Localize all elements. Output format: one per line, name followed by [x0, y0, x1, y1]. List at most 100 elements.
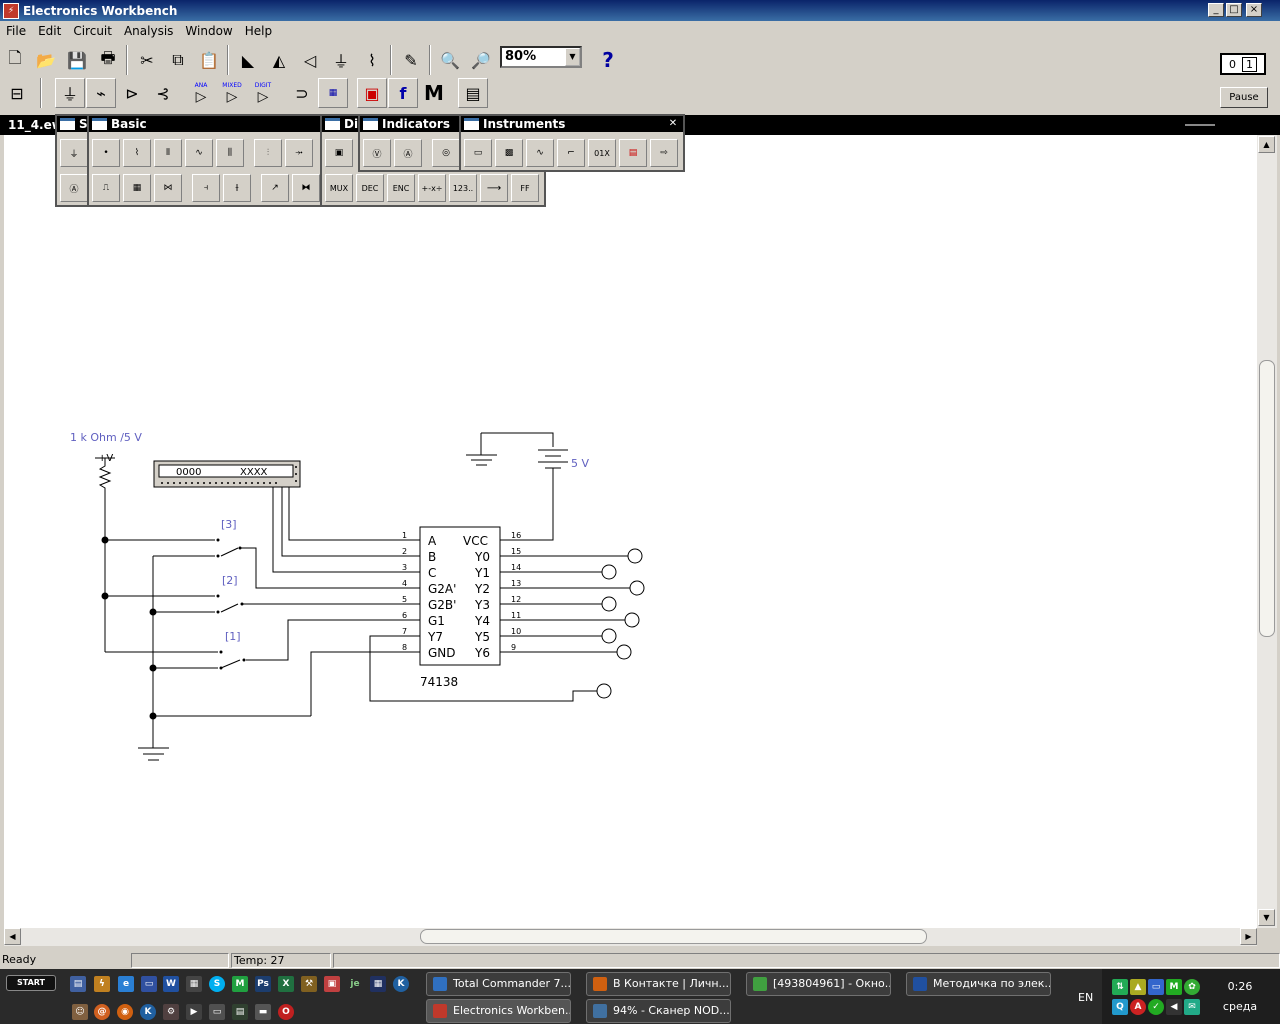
word-generator-icon[interactable]: 01X	[588, 139, 616, 167]
scroll-right-icon[interactable]: ▶	[1240, 928, 1257, 945]
tray-app-icon[interactable]: ▲	[1130, 979, 1146, 995]
app-gray-icon[interactable]: ⚙	[163, 1004, 179, 1020]
time-delay-switch-icon[interactable]: ⎍	[92, 174, 120, 202]
scroll-down-icon[interactable]: ▼	[1258, 909, 1275, 926]
indicators-palette-title[interactable]: Indicators	[360, 116, 462, 132]
task-vkontakte[interactable]: В Контакте | Личн...	[586, 972, 731, 996]
oscilloscope-icon[interactable]: ∿	[526, 139, 554, 167]
potentiometer-icon[interactable]: ▦	[123, 174, 151, 202]
tray-m-icon[interactable]: M	[1166, 979, 1182, 995]
open-folder-icon[interactable]: 📂	[31, 45, 61, 75]
printer-icon[interactable]: ▬	[255, 1004, 271, 1020]
component-properties-icon[interactable]: ✎	[396, 45, 426, 75]
close-button[interactable]: ×	[1246, 3, 1262, 17]
multimeter-icon[interactable]: ▭	[464, 139, 492, 167]
menu-window[interactable]: Window	[179, 24, 238, 38]
circuit-canvas[interactable]: 1 k Ohm /5 V +V 0000 XXXX [3] [2] [1] 5 …	[4, 135, 1257, 928]
polarized-capacitor-icon[interactable]: ⫞	[192, 174, 220, 202]
vertical-scroll-thumb[interactable]	[1259, 360, 1275, 637]
basic-bin-icon[interactable]: ⌁	[86, 78, 116, 108]
print-icon[interactable]: 🖶	[93, 45, 123, 75]
logic-converter-icon[interactable]: ⇨	[650, 139, 678, 167]
computer-icon[interactable]: ▤	[70, 976, 86, 992]
basic-palette-title[interactable]: Basic	[89, 116, 322, 132]
flip-flop-icon[interactable]: FF	[511, 174, 539, 202]
half-adder-icon[interactable]: ▣	[325, 139, 353, 167]
task-electronics-workbench[interactable]: Electronics Workben...	[426, 999, 571, 1023]
mail-at-icon[interactable]: @	[94, 1004, 110, 1020]
menu-edit[interactable]: Edit	[32, 24, 67, 38]
switch-icon[interactable]: ⤞	[285, 139, 313, 167]
flip-vertical-icon[interactable]: ◁	[295, 45, 325, 75]
ammeter-source-icon[interactable]: Ⓐ	[60, 174, 88, 202]
logic-gates-bin-icon[interactable]: ⊃	[287, 78, 317, 108]
scroll-left-icon[interactable]: ◀	[4, 928, 21, 945]
ground-icon[interactable]: ⏚	[60, 139, 88, 167]
cut-icon[interactable]: ✂	[132, 45, 162, 75]
resistor-icon[interactable]: ⌇	[123, 139, 151, 167]
vertical-scrollbar[interactable]: ▲ ▼	[1257, 135, 1277, 928]
function-generator-icon[interactable]: ▩	[495, 139, 523, 167]
internet-explorer-icon[interactable]: e	[118, 976, 134, 992]
firefox-icon[interactable]: ◉	[117, 1004, 133, 1020]
diodes-bin-icon[interactable]: ⊳	[117, 78, 147, 108]
controls-bin-icon[interactable]: f	[388, 78, 418, 108]
task-word-document[interactable]: Методичка по элек...	[906, 972, 1051, 996]
start-button[interactable]: START	[6, 975, 56, 991]
sources-palette-title[interactable]: S	[57, 116, 89, 132]
network-icon[interactable]: ⇅	[1112, 979, 1128, 995]
app-icon[interactable]: ▦	[186, 976, 202, 992]
app-m-icon[interactable]: M	[232, 976, 248, 992]
task-nod-scanner[interactable]: 94% - Сканер NOD...	[586, 999, 731, 1023]
inductor-icon[interactable]: ∿	[185, 139, 213, 167]
mixed-ics-bin-icon[interactable]: MIXED ▷	[217, 78, 247, 108]
transformer-icon[interactable]: ⫼	[216, 139, 244, 167]
volume-icon[interactable]: ◀	[1166, 999, 1182, 1015]
task-total-commander[interactable]: Total Commander 7....	[426, 972, 571, 996]
doc-minimize-icon[interactable]	[1185, 124, 1215, 126]
language-indicator[interactable]: EN	[1078, 991, 1093, 1004]
minimize-button[interactable]: _	[1208, 3, 1224, 17]
digital-bin-icon[interactable]: ▦	[318, 78, 348, 108]
flip-horizontal-icon[interactable]: ◭	[264, 45, 294, 75]
arithmetic-icon[interactable]: +-x÷	[418, 174, 446, 202]
shift-register-icon[interactable]: ⟶	[480, 174, 508, 202]
tool-icon[interactable]: ⚒	[301, 976, 317, 992]
subcircuit-icon[interactable]: ⏚	[326, 45, 356, 75]
crystal-icon[interactable]: ⧓	[292, 174, 320, 202]
save-icon[interactable]: 💾	[62, 45, 92, 75]
counter-icon[interactable]: 123..	[449, 174, 477, 202]
zoom-in-icon[interactable]: 🔎	[466, 45, 496, 75]
indicators-bin-icon[interactable]: ▣	[357, 78, 387, 108]
tray-green-icon[interactable]: ✓	[1148, 999, 1164, 1015]
bulb-icon[interactable]: ◎	[432, 139, 460, 167]
skype-icon[interactable]: S	[209, 976, 225, 992]
window-icon[interactable]: ▭	[209, 1004, 225, 1020]
analog-ics-bin-icon[interactable]: ANA ▷	[186, 78, 216, 108]
word-icon[interactable]: W	[163, 976, 179, 992]
antivirus-icon[interactable]: A	[1130, 999, 1146, 1015]
voltmeter-icon[interactable]: Ⓥ	[363, 139, 391, 167]
menu-circuit[interactable]: Circuit	[67, 24, 118, 38]
bode-plotter-icon[interactable]: ⌐	[557, 139, 585, 167]
rotate-icon[interactable]: ◣	[233, 45, 263, 75]
menu-analysis[interactable]: Analysis	[118, 24, 179, 38]
variable-resistor-icon[interactable]: ↗	[261, 174, 289, 202]
instruments-palette-title[interactable]: Instruments ✕	[461, 116, 683, 132]
diode-bridge-icon[interactable]: ⋈	[154, 174, 182, 202]
desktop-icon[interactable]: ▭	[141, 976, 157, 992]
clock-time[interactable]: 0:26	[1210, 980, 1270, 993]
menu-help[interactable]: Help	[239, 24, 278, 38]
paste-icon[interactable]: 📋	[194, 45, 224, 75]
instruments-bin-icon[interactable]: ▤	[458, 78, 488, 108]
connector-icon[interactable]: •	[92, 139, 120, 167]
variable-capacitor-icon[interactable]: ⫳	[223, 174, 251, 202]
opera-icon[interactable]: O	[278, 1004, 294, 1020]
app-red-icon[interactable]: ▣	[324, 976, 340, 992]
close-icon[interactable]: ✕	[667, 118, 679, 129]
miscellaneous-bin-icon[interactable]: M	[419, 78, 449, 108]
chevron-down-icon[interactable]: ▼	[565, 48, 580, 66]
encoder-icon[interactable]: ENC	[387, 174, 415, 202]
icq-icon[interactable]: ✿	[1184, 979, 1200, 995]
decoder-icon[interactable]: DEC	[356, 174, 384, 202]
